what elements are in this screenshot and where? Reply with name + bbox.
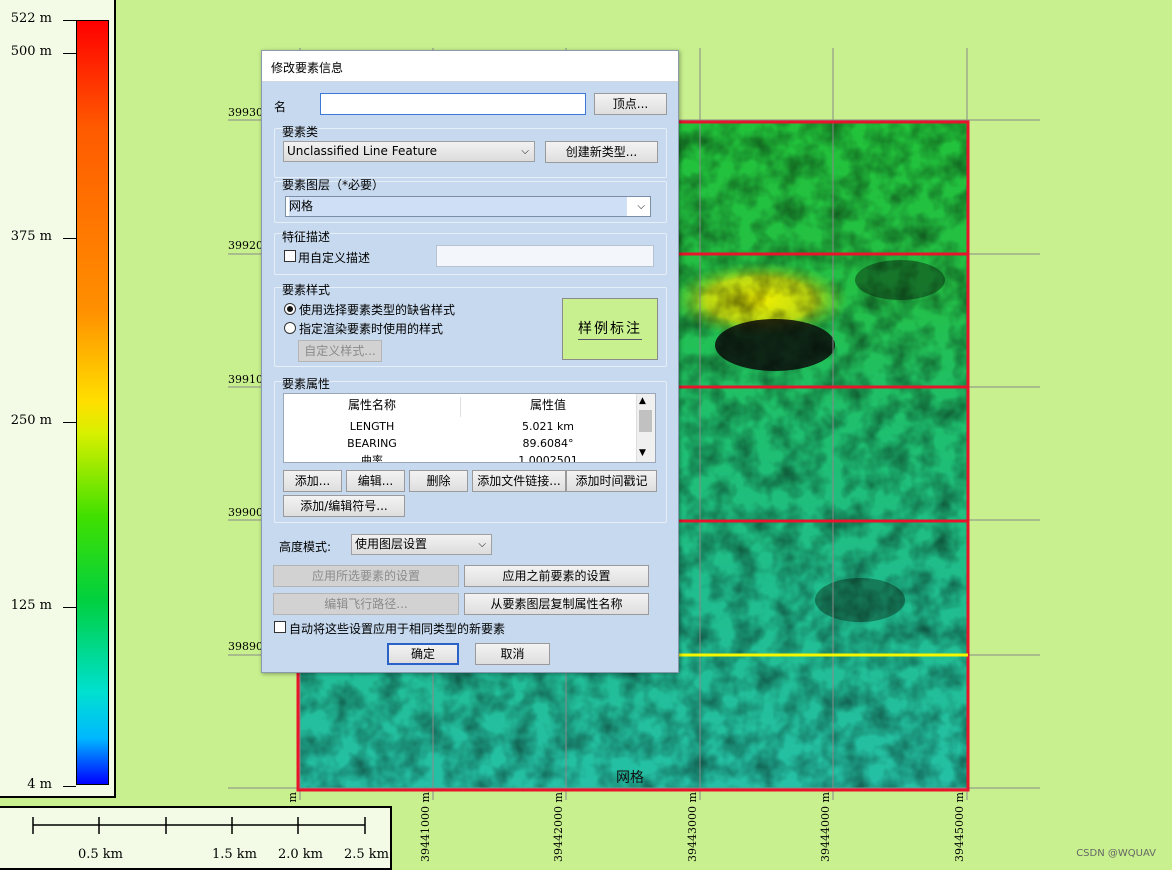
elevation-legend: 522 m 500 m 375 m 250 m 125 m 4 m <box>0 0 116 798</box>
feature-class-group-label: 要素类 <box>282 125 319 139</box>
edit-attribute-button[interactable]: 编辑... <box>346 470 405 492</box>
scale-label: 2.5 km <box>344 847 390 862</box>
modify-feature-dialog: 修改要素信息 名 顶点... 要素类 Unclassified Line Fea… <box>261 50 679 673</box>
height-mode-value: 使用图层设置 <box>355 537 428 551</box>
legend-label: 375 m <box>10 229 52 244</box>
legend-tick <box>63 20 76 21</box>
edit-flight-path-button[interactable]: 编辑飞行路径... <box>273 593 459 615</box>
grid-feature-label: 网格 <box>616 770 644 786</box>
delete-attribute-button[interactable]: 删除 <box>409 470 468 492</box>
attr-name-cell: BEARING <box>347 437 397 450</box>
chevron-down-icon: ⌵ <box>637 201 645 212</box>
attr-value-cell: 5.021 km <box>521 420 575 433</box>
feature-layer-value: 网格 <box>289 197 627 216</box>
feature-class-select[interactable]: Unclassified Line Feature ⌵ <box>283 141 535 162</box>
custom-style-label[interactable]: 指定渲染要素时使用的样式 <box>299 320 443 337</box>
vertices-button[interactable]: 顶点... <box>594 93 667 115</box>
auto-apply-label[interactable]: 自动将这些设置应用于相同类型的新要素 <box>289 620 505 637</box>
attributes-table[interactable]: 属性名称 属性值 LENGTH 5.021 km BEARING 89.6084… <box>283 393 656 463</box>
feature-layer-group-label: 要素图层（*必要） <box>282 178 385 192</box>
feature-class-value: Unclassified Line Feature <box>287 144 438 158</box>
table-row[interactable]: BEARING 89.6084° <box>284 435 636 452</box>
legend-label: 4 m <box>27 777 52 792</box>
x-coord-label: 39441000 m <box>419 792 432 862</box>
dialog-titlebar[interactable]: 修改要素信息 <box>262 51 678 82</box>
elevation-color-ramp <box>76 20 109 785</box>
ok-button[interactable]: 确定 <box>387 643 459 665</box>
dialog-title: 修改要素信息 <box>271 61 344 75</box>
scale-bar-ruler <box>32 817 366 834</box>
custom-description-checkbox[interactable] <box>284 250 296 262</box>
copy-attribute-names-button[interactable]: 从要素图层复制属性名称 <box>464 593 649 615</box>
legend-preview-label: 样例标注 <box>578 318 642 340</box>
custom-style-radio[interactable] <box>284 322 296 334</box>
table-row[interactable]: 曲率 1.0002501 <box>284 452 636 463</box>
legend-label: 125 m <box>10 598 52 613</box>
scroll-down-icon[interactable]: ▼ <box>639 448 646 458</box>
x-coord-label: 39444000 m <box>819 792 832 862</box>
apply-selected-settings-button[interactable]: 应用所选要素的设置 <box>273 565 459 587</box>
legend-label: 500 m <box>10 44 52 59</box>
apply-previous-settings-button[interactable]: 应用之前要素的设置 <box>464 565 649 587</box>
add-edit-symbol-button[interactable]: 添加/编辑符号... <box>283 495 405 517</box>
custom-description-input[interactable] <box>436 245 654 267</box>
attr-name-cell: 曲率 <box>361 454 383 463</box>
feature-layer-select[interactable]: 网格 ⌵ <box>285 196 651 217</box>
chevron-down-icon: ⌵ <box>521 146 529 157</box>
scroll-thumb[interactable] <box>639 410 652 432</box>
default-style-label[interactable]: 使用选择要素类型的缺省样式 <box>299 301 455 318</box>
attributes-scrollbar[interactable]: ▲ ▼ <box>636 394 655 462</box>
legend-tick <box>63 53 76 54</box>
legend-label: 522 m <box>10 11 52 26</box>
legend-preview-button[interactable]: 样例标注 <box>562 298 658 360</box>
column-header-name[interactable]: 属性名称 <box>284 397 460 414</box>
legend-tick <box>63 422 76 423</box>
watermark: CSDN @WQUAV <box>1076 848 1156 859</box>
legend-tick <box>63 238 76 239</box>
add-attribute-button[interactable]: 添加... <box>283 470 342 492</box>
x-coord-label: 39442000 m <box>552 792 565 862</box>
scale-label: 0.5 km <box>78 847 124 862</box>
attr-value-cell: 1.0002501 <box>518 454 578 463</box>
legend-tick <box>63 607 76 608</box>
add-file-link-button[interactable]: 添加文件链接... <box>472 470 566 492</box>
chevron-down-icon: ⌵ <box>478 539 486 550</box>
scale-bar: 0.5 km 1.5 km 2.0 km 2.5 km <box>0 806 392 870</box>
attr-value-cell: 89.6084° <box>522 437 574 450</box>
default-style-radio[interactable] <box>284 303 296 315</box>
table-row[interactable]: LENGTH 5.021 km <box>284 418 636 435</box>
scroll-up-icon[interactable]: ▲ <box>639 396 646 406</box>
feature-style-group-label: 要素样式 <box>282 283 331 297</box>
legend-label: 250 m <box>10 413 52 428</box>
column-header-value[interactable]: 属性值 <box>460 397 636 414</box>
x-coord-label: 39443000 m <box>686 792 699 862</box>
create-new-type-button[interactable]: 创建新类型... <box>545 141 658 163</box>
attributes-table-header: 属性名称 属性值 <box>284 394 636 418</box>
feature-attributes-group-label: 要素属性 <box>282 377 331 391</box>
name-label: 名 <box>274 100 287 114</box>
name-input[interactable] <box>320 93 586 115</box>
add-timestamp-button[interactable]: 添加时间戳记 <box>566 470 657 492</box>
auto-apply-checkbox[interactable] <box>274 621 286 633</box>
x-coord-label: 39445000 m <box>953 792 966 862</box>
description-group-label: 特征描述 <box>282 230 331 244</box>
custom-description-label[interactable]: 用自定义描述 <box>298 249 370 266</box>
scale-label: 2.0 km <box>278 847 324 862</box>
cancel-button[interactable]: 取消 <box>475 643 550 665</box>
scale-label: 1.5 km <box>212 847 258 862</box>
legend-tick <box>63 786 76 787</box>
height-mode-label: 高度模式: <box>279 540 332 554</box>
height-mode-select[interactable]: 使用图层设置 ⌵ <box>351 534 492 555</box>
custom-style-button[interactable]: 自定义样式... <box>298 340 382 362</box>
attr-name-cell: LENGTH <box>349 420 395 433</box>
